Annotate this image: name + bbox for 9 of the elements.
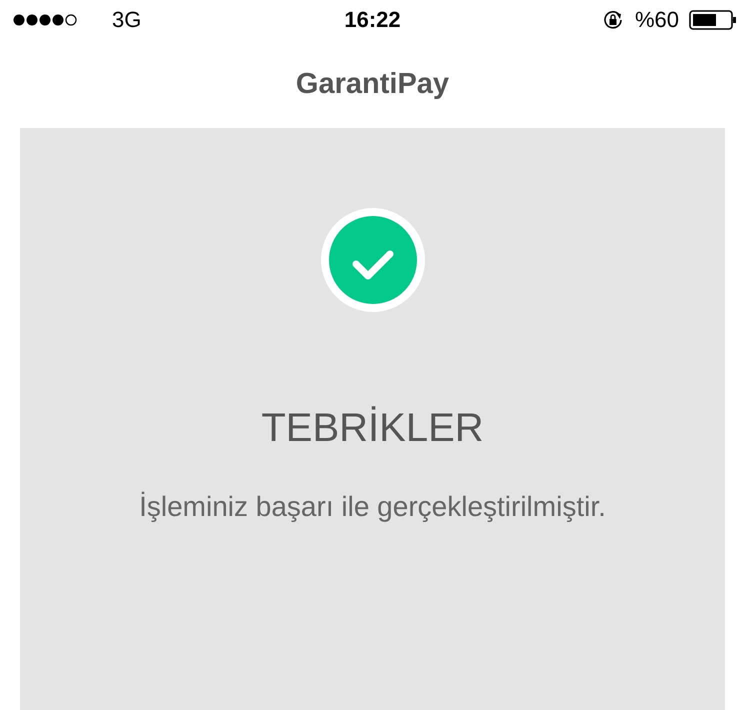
battery-icon bbox=[689, 10, 737, 30]
success-message: İşleminiz başarı ile gerçekleştirilmiştir. bbox=[139, 491, 606, 523]
clock-time: 16:22 bbox=[344, 7, 401, 33]
rotation-lock-icon bbox=[602, 10, 625, 30]
success-heading: TEBRİKLER bbox=[261, 406, 484, 451]
battery-percentage: %60 bbox=[634, 7, 679, 33]
network-type: 3G bbox=[112, 7, 142, 33]
screen-title: GarantiPay bbox=[296, 68, 450, 100]
checkmark-icon bbox=[320, 208, 424, 312]
